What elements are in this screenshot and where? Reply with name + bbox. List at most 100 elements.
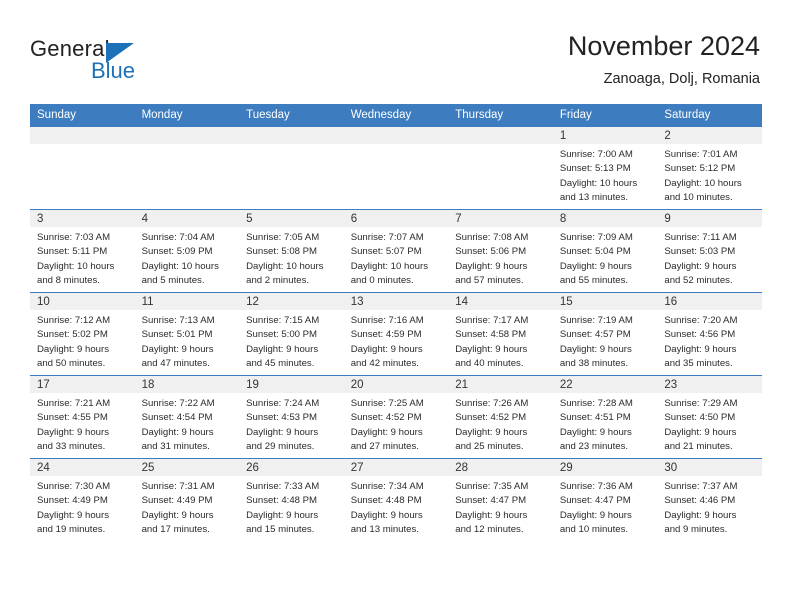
daylight-text-line2: and 10 minutes. (664, 191, 733, 203)
day-number: 2 (657, 127, 762, 144)
sunset-text: Sunset: 4:59 PM (350, 329, 422, 341)
day-number: 18 (134, 376, 240, 393)
day-number: 23 (657, 376, 762, 393)
sunrise-text: Sunrise: 7:31 AM (141, 481, 215, 492)
calendar-day-cell[interactable]: 15 Sunrise: 7:19 AM Sunset: 4:57 PM Dayligh… (552, 292, 658, 376)
sunrise-text: Sunrise: 7:13 AM (141, 315, 215, 326)
day-number: 3 (30, 210, 135, 227)
title-block: November 2024 Zanoaga, Dolj, Romania (568, 30, 760, 89)
sunset-text: Sunset: 4:52 PM (455, 412, 527, 424)
daylight-text-line1: Daylight: 10 hours (246, 260, 324, 272)
day-number (134, 127, 240, 144)
day-details: Sunrise: 7:30 AM Sunset: 4:49 PM Daylight:… (30, 476, 135, 537)
sunset-text: Sunset: 5:11 PM (37, 246, 108, 258)
calendar-day-cell[interactable]: 18 Sunrise: 7:22 AM Sunset: 4:54 PM Dayligh… (134, 375, 240, 459)
daylight-text-line2: and 5 minutes. (141, 274, 205, 286)
calendar-day-cell[interactable]: 5 Sunrise: 7:05 AM Sunset: 5:08 PM Daylight… (239, 209, 344, 293)
sunset-text: Sunset: 4:54 PM (141, 412, 213, 424)
calendar-day-cell[interactable]: 2 Sunrise: 7:01 AM Sunset: 5:12 PM Daylight… (657, 127, 762, 210)
sunrise-text: Sunrise: 7:08 AM (455, 232, 529, 243)
day-details: Sunrise: 7:21 AM Sunset: 4:55 PM Daylight:… (30, 393, 135, 454)
day-details: Sunrise: 7:00 AM Sunset: 5:13 PM Daylight:… (553, 144, 658, 205)
sunset-text: Sunset: 4:49 PM (141, 495, 213, 507)
day-number: 19 (239, 376, 344, 393)
calendar-day-cell[interactable]: 26 Sunrise: 7:33 AM Sunset: 4:48 PM Dayligh… (239, 458, 344, 541)
calendar-day-cell[interactable]: 24 Sunrise: 7:30 AM Sunset: 4:49 PM Dayligh… (30, 458, 135, 541)
daylight-text-line2: and 12 minutes. (455, 523, 524, 535)
calendar-day-cell[interactable]: 27 Sunrise: 7:34 AM Sunset: 4:48 PM Dayligh… (343, 458, 449, 541)
calendar-day-cell[interactable]: 4 Sunrise: 7:04 AM Sunset: 5:09 PM Daylight… (134, 209, 240, 293)
sunset-text: Sunset: 4:48 PM (246, 495, 318, 507)
sunset-text: Sunset: 5:03 PM (664, 246, 736, 258)
calendar-day-cell[interactable]: 21 Sunrise: 7:26 AM Sunset: 4:52 PM Dayligh… (448, 375, 553, 459)
calendar-day-cell[interactable]: 7 Sunrise: 7:08 AM Sunset: 5:06 PM Daylight… (448, 209, 553, 293)
calendar-day-cell[interactable]: 17 Sunrise: 7:21 AM Sunset: 4:55 PM Dayligh… (30, 375, 135, 459)
sunrise-text: Sunrise: 7:17 AM (455, 315, 529, 326)
sunset-text: Sunset: 5:08 PM (246, 246, 318, 258)
day-details: Sunrise: 7:36 AM Sunset: 4:47 PM Daylight:… (553, 476, 658, 537)
daylight-text-line1: Daylight: 9 hours (455, 343, 528, 355)
day-number (30, 127, 135, 144)
daylight-text-line2: and 33 minutes. (37, 440, 106, 452)
daylight-text-line2: and 31 minutes. (141, 440, 210, 452)
day-number: 27 (343, 459, 449, 476)
daylight-text-line1: Daylight: 9 hours (246, 426, 319, 438)
calendar-week-row: 10 Sunrise: 7:12 AM Sunset: 5:02 PM Dayligh… (30, 292, 762, 376)
weekday-header-monday: Monday (134, 104, 240, 127)
sunrise-text: Sunrise: 7:28 AM (559, 398, 633, 409)
calendar-day-cell[interactable]: 6 Sunrise: 7:07 AM Sunset: 5:07 PM Daylight… (343, 209, 449, 293)
day-details: Sunrise: 7:34 AM Sunset: 4:48 PM Daylight:… (344, 476, 449, 537)
day-number (239, 127, 344, 144)
daylight-text-line1: Daylight: 10 hours (664, 177, 742, 189)
calendar-day-cell[interactable]: 30 Sunrise: 7:37 AM Sunset: 4:46 PM Dayligh… (657, 458, 762, 541)
calendar-day-cell[interactable]: 16 Sunrise: 7:20 AM Sunset: 4:56 PM Dayligh… (657, 292, 762, 376)
daylight-text-line2: and 52 minutes. (664, 274, 733, 286)
calendar-day-cell[interactable]: 13 Sunrise: 7:16 AM Sunset: 4:59 PM Dayligh… (343, 292, 449, 376)
calendar-day-cell[interactable]: 10 Sunrise: 7:12 AM Sunset: 5:02 PM Dayligh… (30, 292, 135, 376)
daylight-text-line1: Daylight: 9 hours (664, 426, 737, 438)
sunset-text: Sunset: 4:57 PM (559, 329, 631, 341)
brand-logo[interactable]: General Blue (30, 36, 190, 88)
calendar-day-cell[interactable]: 25 Sunrise: 7:31 AM Sunset: 4:49 PM Dayligh… (134, 458, 240, 541)
day-details: Sunrise: 7:16 AM Sunset: 4:59 PM Daylight:… (344, 310, 449, 371)
weekday-header-saturday: Saturday (657, 104, 762, 127)
day-details: Sunrise: 7:08 AM Sunset: 5:06 PM Daylight:… (448, 227, 553, 288)
sunset-text: Sunset: 4:53 PM (246, 412, 318, 424)
sunset-text: Sunset: 4:52 PM (350, 412, 422, 424)
daylight-text-line2: and 0 minutes. (350, 274, 414, 286)
sunset-text: Sunset: 4:50 PM (664, 412, 736, 424)
daylight-text-line2: and 17 minutes. (141, 523, 210, 535)
calendar-day-cell[interactable]: 14 Sunrise: 7:17 AM Sunset: 4:58 PM Dayligh… (448, 292, 553, 376)
calendar-day-cell[interactable]: 12 Sunrise: 7:15 AM Sunset: 5:00 PM Dayligh… (239, 292, 344, 376)
calendar-day-cell[interactable]: 22 Sunrise: 7:28 AM Sunset: 4:51 PM Dayligh… (552, 375, 658, 459)
sunrise-text: Sunrise: 7:22 AM (141, 398, 215, 409)
daylight-text-line2: and 38 minutes. (559, 357, 629, 369)
calendar-day-cell[interactable]: 20 Sunrise: 7:25 AM Sunset: 4:52 PM Dayligh… (343, 375, 449, 459)
daylight-text-line2: and 57 minutes. (455, 274, 524, 286)
daylight-text-line1: Daylight: 9 hours (141, 509, 214, 521)
calendar-day-cell[interactable]: 19 Sunrise: 7:24 AM Sunset: 4:53 PM Dayligh… (239, 375, 344, 459)
calendar-day-cell-empty (30, 127, 135, 210)
brand-name-blue: Blue (91, 58, 136, 83)
day-details: Sunrise: 7:28 AM Sunset: 4:51 PM Daylight:… (553, 393, 658, 454)
calendar-day-cell[interactable]: 1 Sunrise: 7:00 AM Sunset: 5:13 PM Daylight… (552, 127, 658, 210)
calendar-day-cell[interactable]: 23 Sunrise: 7:29 AM Sunset: 4:50 PM Dayligh… (657, 375, 762, 459)
calendar-day-cell-empty (343, 127, 449, 210)
day-details: Sunrise: 7:07 AM Sunset: 5:07 PM Daylight:… (344, 227, 449, 288)
calendar-header-row: Sunday Monday Tuesday Wednesday Thursday… (30, 104, 762, 127)
calendar-day-cell[interactable]: 28 Sunrise: 7:35 AM Sunset: 4:47 PM Dayligh… (448, 458, 553, 541)
calendar-day-cell[interactable]: 29 Sunrise: 7:36 AM Sunset: 4:47 PM Dayligh… (552, 458, 658, 541)
calendar-day-cell[interactable]: 9 Sunrise: 7:11 AM Sunset: 5:03 PM Daylight… (657, 209, 762, 293)
weekday-header-sunday: Sunday (30, 104, 135, 127)
daylight-text-line1: Daylight: 9 hours (141, 426, 214, 438)
daylight-text-line1: Daylight: 10 hours (350, 260, 429, 272)
daylight-text-line2: and 27 minutes. (350, 440, 419, 452)
weekday-header-wednesday: Wednesday (343, 104, 449, 127)
calendar-day-cell[interactable]: 3 Sunrise: 7:03 AM Sunset: 5:11 PM Daylight… (30, 209, 135, 293)
day-details: Sunrise: 7:01 AM Sunset: 5:12 PM Daylight:… (657, 144, 762, 205)
calendar-day-cell[interactable]: 8 Sunrise: 7:09 AM Sunset: 5:04 PM Daylight… (552, 209, 658, 293)
sunrise-text: Sunrise: 7:24 AM (246, 398, 320, 409)
sunset-text: Sunset: 4:56 PM (664, 329, 736, 341)
calendar-day-cell[interactable]: 11 Sunrise: 7:13 AM Sunset: 5:01 PM Dayligh… (134, 292, 240, 376)
sunrise-text: Sunrise: 7:34 AM (350, 481, 424, 492)
